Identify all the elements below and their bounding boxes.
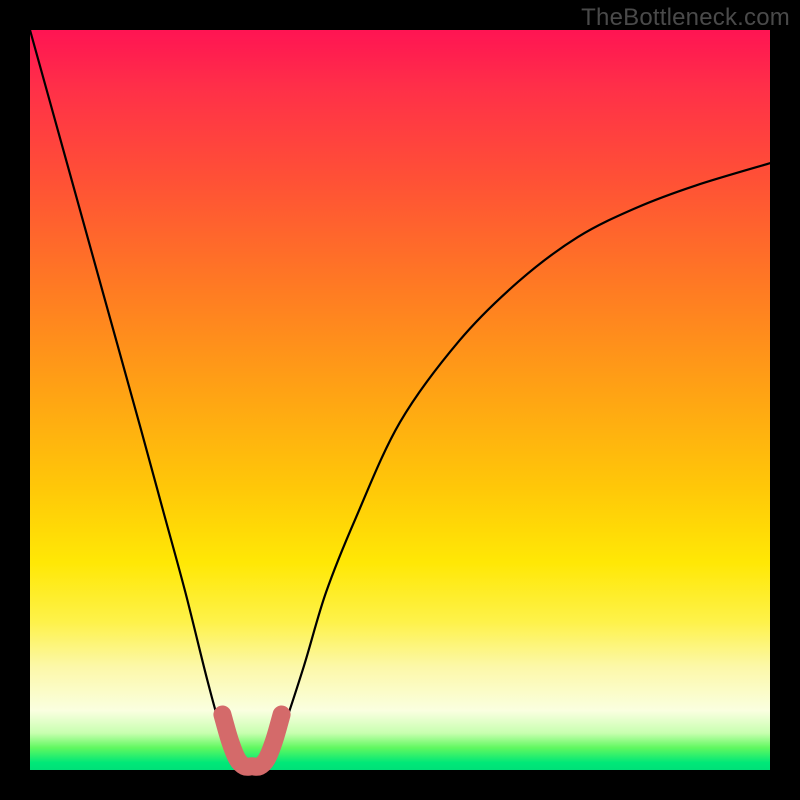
bottleneck-curve <box>30 30 770 771</box>
plot-area <box>30 30 770 770</box>
chart-frame: TheBottleneck.com <box>0 0 800 800</box>
watermark-text: TheBottleneck.com <box>581 4 790 32</box>
optimal-marker <box>222 715 281 767</box>
chart-svg <box>30 30 770 770</box>
